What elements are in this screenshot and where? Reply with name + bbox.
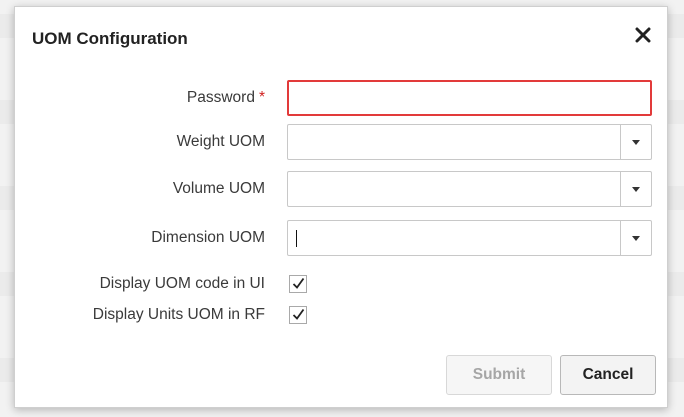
text-cursor xyxy=(296,230,297,247)
volume-uom-select[interactable] xyxy=(287,171,652,207)
weight-uom-row: Weight UOM xyxy=(15,124,669,160)
password-input[interactable] xyxy=(287,80,652,116)
weight-uom-dropdown-button[interactable] xyxy=(620,125,651,159)
chevron-down-icon xyxy=(632,187,640,192)
dimension-uom-select[interactable] xyxy=(287,220,652,256)
display-uom-code-checkbox[interactable] xyxy=(289,275,307,293)
password-label-text: Password xyxy=(186,89,255,106)
cancel-button[interactable]: Cancel xyxy=(560,355,656,395)
uom-configuration-dialog: UOM Configuration Password * Weight UOM V… xyxy=(14,6,668,408)
display-units-uom-label: Display Units UOM in RF xyxy=(92,306,265,323)
weight-uom-select[interactable] xyxy=(287,124,652,160)
checkmark-icon xyxy=(292,277,305,289)
dimension-uom-row: Dimension UOM xyxy=(15,220,669,256)
password-label: Password * xyxy=(187,80,265,116)
chevron-down-icon xyxy=(632,236,640,241)
weight-uom-label: Weight UOM xyxy=(176,133,265,150)
dialog-header: UOM Configuration xyxy=(15,7,667,63)
required-indicator: * xyxy=(258,89,265,106)
dialog-title: UOM Configuration xyxy=(32,29,188,48)
volume-uom-label: Volume UOM xyxy=(172,180,265,197)
password-row: Password * xyxy=(15,80,669,116)
close-icon-glyph xyxy=(635,27,651,43)
checkmark-icon xyxy=(292,308,305,320)
volume-uom-row: Volume UOM xyxy=(15,171,669,207)
close-icon[interactable] xyxy=(633,25,653,45)
volume-uom-dropdown-button[interactable] xyxy=(620,172,651,206)
chevron-down-icon xyxy=(632,140,640,145)
dimension-uom-label: Dimension UOM xyxy=(151,229,265,246)
submit-button[interactable]: Submit xyxy=(446,355,552,395)
display-units-uom-row: Display Units UOM in RF xyxy=(15,297,669,333)
display-units-uom-checkbox[interactable] xyxy=(289,306,307,324)
dimension-uom-dropdown-button[interactable] xyxy=(620,221,651,255)
